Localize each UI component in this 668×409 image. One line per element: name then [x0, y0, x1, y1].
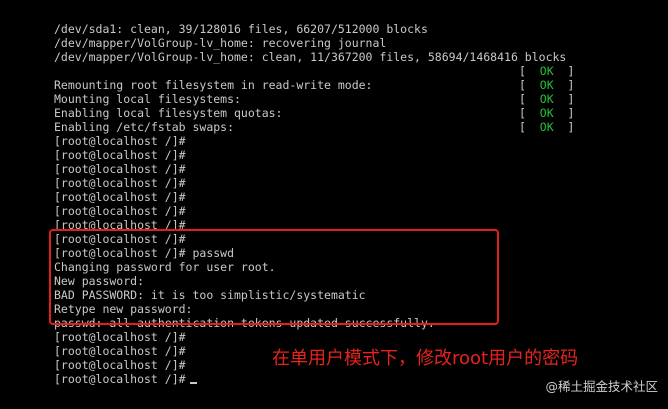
- terminal-line: /dev/sda1: clean, 39/128016 files, 66207…: [54, 22, 654, 36]
- annotation-caption: 在单用户模式下，修改root用户的密码: [272, 348, 579, 369]
- status-ok-badge: [ OK ]: [519, 64, 574, 78]
- terminal-line-text: [root@localhost /]#: [54, 176, 186, 190]
- watermark: @稀土掘金技术社区: [545, 379, 658, 394]
- terminal-line-text: [root@localhost /]#: [54, 190, 186, 204]
- terminal-line-text: /dev/mapper/VolGroup-lv_home: recovering…: [54, 36, 387, 50]
- terminal-line: [root@localhost /]#: [54, 204, 654, 218]
- status-bracket-open: [: [519, 106, 540, 120]
- terminal-line: [root@localhost /]#: [54, 190, 654, 204]
- status-bracket-close: ]: [553, 78, 575, 92]
- terminal-line-text: [root@localhost /]#: [54, 358, 186, 372]
- terminal-line: Enabling local filesystem quotas: [ OK ]: [54, 106, 654, 120]
- passwd-highlight-box: [49, 229, 499, 325]
- terminal-line: Remounting root filesystem in read-write…: [54, 78, 654, 92]
- status-ok-text: OK: [539, 120, 554, 134]
- terminal-line-text: [root@localhost /]#: [54, 162, 186, 176]
- status-ok-badge: [ OK ]: [519, 120, 574, 134]
- terminal-line-text: Enabling /etc/fstab swaps:: [54, 120, 235, 134]
- status-bracket-open: [: [519, 78, 540, 92]
- status-ok-text: OK: [539, 64, 554, 78]
- terminal-line-text: [root@localhost /]#: [54, 204, 186, 218]
- terminal-line-text: /dev/mapper/VolGroup-lv_home: clean, 11/…: [54, 50, 567, 64]
- terminal-line: Enabling /etc/fstab swaps: [ OK ]: [54, 120, 654, 134]
- terminal-line: /dev/mapper/VolGroup-lv_home: clean, 11/…: [54, 50, 654, 64]
- terminal-line: [root@localhost /]#: [54, 148, 654, 162]
- status-bracket-close: ]: [553, 106, 575, 120]
- terminal-line-text: [root@localhost /]#: [54, 148, 186, 162]
- status-ok-text: OK: [539, 78, 554, 92]
- status-bracket-close: ]: [553, 92, 575, 106]
- status-ok-text: OK: [539, 106, 554, 120]
- terminal-line-text: /dev/sda1: clean, 39/128016 files, 66207…: [54, 22, 428, 36]
- terminal-screenshot: /dev/sda1: clean, 39/128016 files, 66207…: [0, 0, 668, 409]
- status-bracket-open: [: [519, 92, 540, 106]
- status-ok-badge: [ OK ]: [519, 78, 574, 92]
- status-bracket-close: ]: [553, 120, 575, 134]
- terminal-line-text: [root@localhost /]#: [54, 344, 186, 358]
- terminal-line: [root@localhost /]#: [54, 162, 654, 176]
- terminal-line-text: Enabling local filesystem quotas:: [54, 106, 283, 120]
- terminal-line: [root@localhost /]#: [54, 134, 654, 148]
- status-bracket-close: ]: [553, 64, 575, 78]
- terminal-line-text: [root@localhost /]#: [54, 372, 186, 386]
- status-ok-badge: [ OK ]: [519, 106, 574, 120]
- terminal-line: [ OK ]: [54, 64, 654, 78]
- terminal-line: Mounting local filesystems: [ OK ]: [54, 92, 654, 106]
- status-ok-badge: [ OK ]: [519, 92, 574, 106]
- status-bracket-open: [: [519, 120, 540, 134]
- terminal-output: /dev/sda1: clean, 39/128016 files, 66207…: [54, 22, 654, 386]
- terminal-cursor: [189, 382, 197, 384]
- terminal-line-text: Remounting root filesystem in read-write…: [54, 78, 373, 92]
- terminal-line-text: [root@localhost /]#: [54, 134, 186, 148]
- terminal-line: [root@localhost /]#: [54, 176, 654, 190]
- status-bracket-open: [: [519, 64, 540, 78]
- status-ok-text: OK: [539, 92, 554, 106]
- terminal-line: /dev/mapper/VolGroup-lv_home: recovering…: [54, 36, 654, 50]
- terminal-line: [root@localhost /]#: [54, 330, 654, 344]
- terminal-line-text: Mounting local filesystems:: [54, 92, 241, 106]
- terminal-line-text: [root@localhost /]#: [54, 330, 186, 344]
